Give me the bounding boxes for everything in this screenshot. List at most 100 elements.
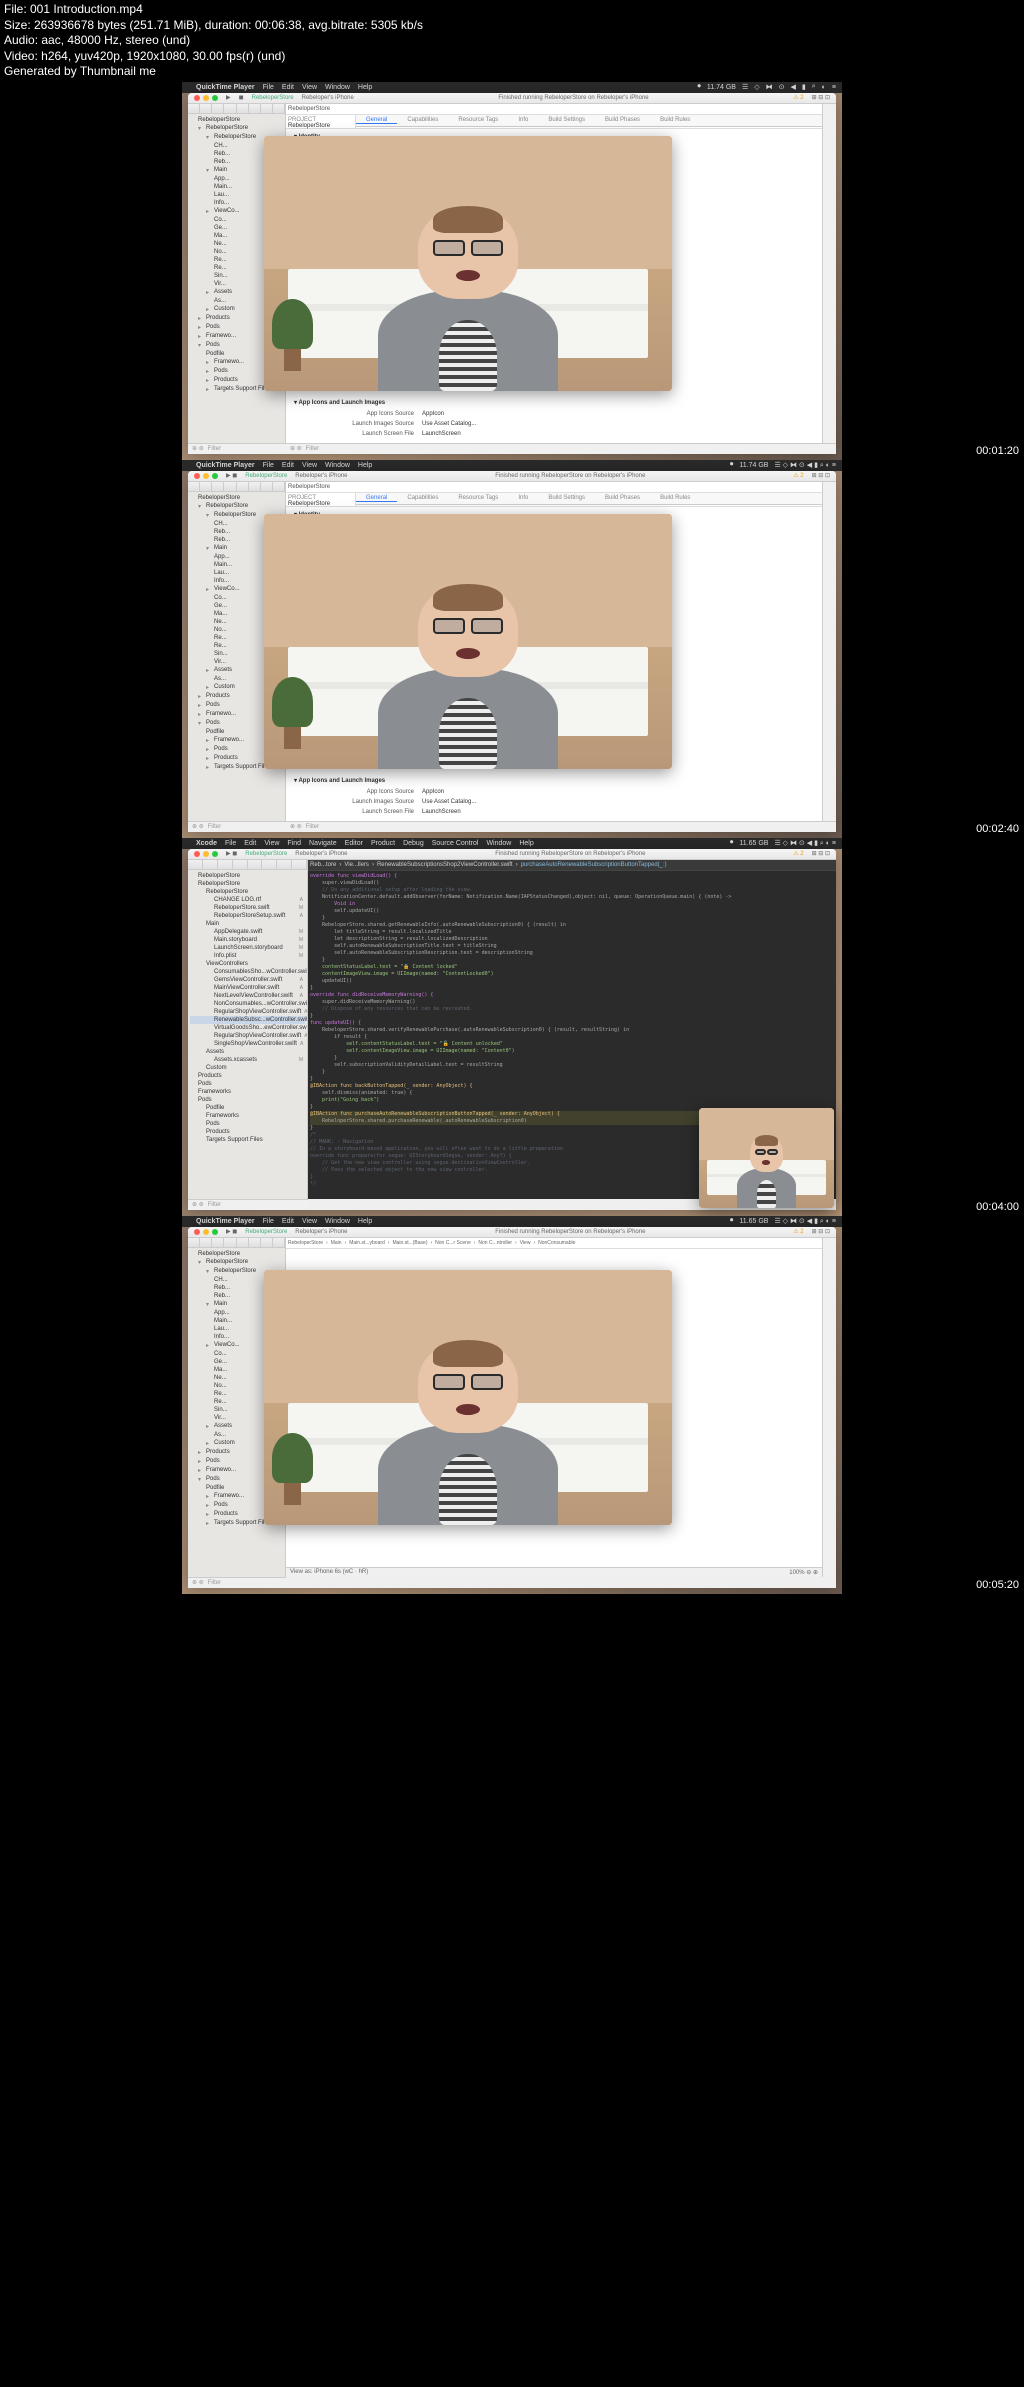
tree-item[interactable]: Custom xyxy=(190,1064,305,1072)
breadcrumb-bar[interactable]: RebeloperStore xyxy=(286,104,822,115)
macos-menubar[interactable]: QuickTime Player File Edit View Window H… xyxy=(182,460,842,471)
run-button[interactable]: ▶ xyxy=(226,94,231,101)
spotlight-icon[interactable]: ⌕ xyxy=(812,83,816,91)
menu-help[interactable]: Help xyxy=(519,840,533,847)
tree-item[interactable]: Info.plistM xyxy=(190,952,305,960)
macos-menubar[interactable]: Xcode File Edit View Find Navigate Edito… xyxy=(182,838,842,849)
tree-item[interactable]: RebeloperStore xyxy=(190,1250,283,1258)
menu-help[interactable]: Help xyxy=(358,462,372,469)
section-header[interactable]: ▾ App Icons and Launch Images xyxy=(294,396,814,409)
tab-build-rules[interactable]: Build Rules xyxy=(650,117,700,123)
tree-item[interactable]: RebeloperStore xyxy=(190,116,283,124)
tab-resource-tags[interactable]: Resource Tags xyxy=(448,117,508,123)
editor-filter[interactable]: ⊕ ⊚ Filter xyxy=(286,443,836,454)
dropbox-icon[interactable]: ◇ xyxy=(754,83,759,91)
crumb[interactable]: RenewableSubscriptionsShop2ViewControlle… xyxy=(377,862,513,868)
view-as-label[interactable]: View as: iPhone 6s (wC · hR) xyxy=(290,1569,368,1575)
setting-value[interactable]: LaunchScreen xyxy=(422,431,461,437)
menu-window[interactable]: Window xyxy=(325,462,350,469)
menu-editor[interactable]: Editor xyxy=(345,840,363,847)
menu-edit[interactable]: Edit xyxy=(244,840,256,847)
menu-view[interactable]: View xyxy=(302,84,317,91)
tree-item[interactable]: Assets.xcassetsM xyxy=(190,1056,305,1064)
app-name[interactable]: QuickTime Player xyxy=(196,84,255,91)
menu-edit[interactable]: Edit xyxy=(282,462,294,469)
menu-help[interactable]: Help xyxy=(358,84,372,91)
jump-bar[interactable]: Reb...tore › Vie...llers › RenewableSubs… xyxy=(308,860,836,871)
tree-item[interactable]: Assets xyxy=(190,1048,305,1056)
app-name[interactable]: Xcode xyxy=(196,840,217,847)
crumb[interactable]: Reb...tore xyxy=(310,862,336,868)
tab-general[interactable]: General xyxy=(356,117,397,124)
wifi-icon[interactable]: ☰ xyxy=(742,83,748,91)
tree-item[interactable]: RebeloperStore xyxy=(190,888,305,896)
tree-item[interactable]: Podfile xyxy=(190,1104,305,1112)
tab-build-settings[interactable]: Build Settings xyxy=(538,117,595,123)
tree-item[interactable]: Pods xyxy=(190,1096,305,1104)
app-name[interactable]: QuickTime Player xyxy=(196,462,255,469)
tree-item[interactable]: RebeloperStore xyxy=(190,872,305,880)
menu-file[interactable]: File xyxy=(263,84,274,91)
siri-icon[interactable]: ◐ xyxy=(822,84,826,91)
tree-item[interactable]: Pods xyxy=(190,1120,305,1128)
menu-debug[interactable]: Debug xyxy=(403,840,424,847)
tab-capabilities[interactable]: Capabilities xyxy=(397,117,448,123)
tree-item[interactable]: RegularShopViewController.swiftA xyxy=(190,1032,305,1040)
storyboard-breadcrumb[interactable]: RebeloperStore › Main › Main.st...yboard… xyxy=(286,1238,822,1249)
menu-window[interactable]: Window xyxy=(325,84,350,91)
scheme[interactable]: RebeloperStore xyxy=(252,95,294,101)
bluetooth-icon[interactable]: ⧓ xyxy=(766,83,773,91)
target[interactable]: Rebeloper's iPhone xyxy=(302,95,354,101)
tab-build-phases[interactable]: Build Phases xyxy=(595,117,650,123)
tree-item[interactable]: CHANGE LOG.rtfA xyxy=(190,896,305,904)
wifi-icon[interactable]: ⊙ xyxy=(779,83,785,91)
canvas-status-bar[interactable]: View as: iPhone 6s (wC · hR) 100% ⊖ ⊕ xyxy=(286,1567,822,1577)
navigator-tabs[interactable] xyxy=(188,104,285,114)
navigator-filter[interactable]: ⊕ ⊚ Filter xyxy=(188,443,286,454)
tree-item[interactable]: RebeloperStore xyxy=(190,494,283,502)
tree-item[interactable]: NextLevelViewController.swiftA xyxy=(190,992,305,1000)
tree-item[interactable]: SingleShopViewController.swiftA xyxy=(190,1040,305,1048)
menu-product[interactable]: Product xyxy=(371,840,395,847)
tree-item[interactable]: Products xyxy=(190,1072,305,1080)
tree-item[interactable]: RebeloperStore xyxy=(190,880,305,888)
menu-view[interactable]: View xyxy=(264,840,279,847)
tab-info[interactable]: Info xyxy=(508,117,538,123)
menu-find[interactable]: Find xyxy=(287,840,301,847)
menu-file[interactable]: File xyxy=(263,462,274,469)
menu-edit[interactable]: Edit xyxy=(282,84,294,91)
inspector-panel[interactable] xyxy=(822,104,836,443)
window-controls[interactable] xyxy=(194,95,218,101)
project-tree[interactable]: RebeloperStoreRebeloperStoreRebeloperSto… xyxy=(188,870,307,1146)
tree-item[interactable]: ConsumablesSho...wController.swiftA xyxy=(190,968,305,976)
tree-item[interactable]: GemsViewController.swiftA xyxy=(190,976,305,984)
breadcrumb[interactable]: RebeloperStore xyxy=(288,106,330,112)
crumb[interactable]: Vie...llers xyxy=(344,862,369,868)
record-icon[interactable]: ⏺ xyxy=(730,461,734,469)
navigator-sidebar[interactable]: RebeloperStoreRebeloperStoreRebeloperSto… xyxy=(188,860,308,1199)
project-tabs[interactable]: General Capabilities Resource Tags Info … xyxy=(356,115,822,127)
tree-item[interactable]: Frameworks xyxy=(190,1112,305,1120)
tree-item[interactable]: MainViewController.swiftA xyxy=(190,984,305,992)
tree-item[interactable]: NonConsumables...wController.swiftA xyxy=(190,1000,305,1008)
menu-file[interactable]: File xyxy=(225,840,236,847)
tree-item[interactable]: Targets Support Files xyxy=(190,1136,305,1144)
menu-window[interactable]: Window xyxy=(486,840,511,847)
tree-item[interactable]: Products xyxy=(190,1128,305,1136)
tree-item[interactable]: Pods xyxy=(190,1080,305,1088)
tree-item[interactable]: Main.storyboardM xyxy=(190,936,305,944)
tree-item[interactable]: Main xyxy=(190,920,305,928)
notification-icon[interactable]: ≡ xyxy=(832,84,836,91)
tree-item[interactable]: RegularShopViewController.swiftA xyxy=(190,1008,305,1016)
stop-button[interactable]: ◼ xyxy=(239,94,244,101)
record-icon[interactable]: ⏺ xyxy=(697,83,701,91)
tree-item[interactable]: RebeloperStore.swiftM xyxy=(190,904,305,912)
battery-icon[interactable]: ▮ xyxy=(802,83,806,91)
toolbar-icons[interactable]: ⊞ ⊟ ⊡ xyxy=(812,94,830,101)
tree-item[interactable]: LaunchScreen.storyboardM xyxy=(190,944,305,952)
tree-item[interactable]: ViewControllers xyxy=(190,960,305,968)
macos-menubar[interactable]: QuickTime Player File Edit View Window H… xyxy=(182,82,842,93)
warning-icon[interactable]: ⚠ 2 xyxy=(793,94,803,101)
tree-item[interactable]: AppDelegate.swiftM xyxy=(190,928,305,936)
tree-item[interactable]: RebeloperStoreSetup.swiftA xyxy=(190,912,305,920)
